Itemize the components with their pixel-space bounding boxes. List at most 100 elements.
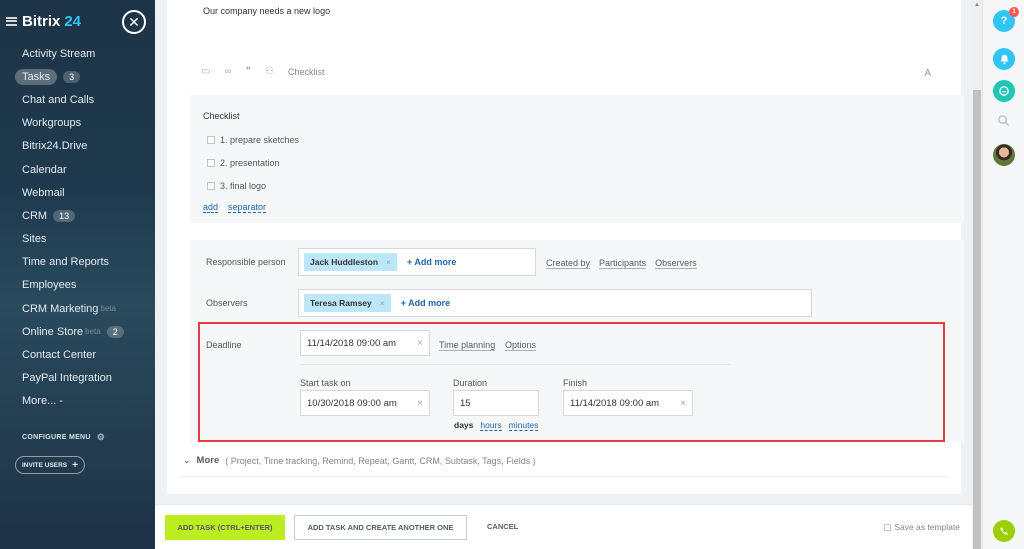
left-sidebar: Bitrix 24 ✕ Activity Stream Tasks 3 Chat … [0, 0, 155, 549]
phone-icon [999, 526, 1008, 535]
close-slider-icon[interactable]: ✕ [122, 10, 146, 34]
responsible-add-more-link[interactable]: + Add more [407, 257, 456, 267]
observers-link[interactable]: Observers [655, 258, 697, 269]
sidebar-item-time-and-reports[interactable]: Time and Reports [0, 251, 155, 274]
sidebar-item-activity-stream[interactable]: Activity Stream [0, 42, 155, 65]
add-and-create-another-button[interactable]: ADD TASK AND CREATE ANOTHER ONE [294, 515, 467, 540]
clear-icon[interactable]: × [417, 338, 423, 349]
sidebar-item-online-store[interactable]: Online Store beta 2 [0, 320, 155, 343]
text-format-toggle[interactable]: A [924, 68, 931, 79]
duration-input[interactable]: 15 [453, 390, 539, 416]
sidebar-item-label: Workgroups [22, 117, 82, 130]
start-date-input[interactable]: 10/30/2018 09:00 am × [300, 390, 430, 416]
finish-date-input[interactable]: 11/14/2018 09:00 am × [563, 390, 693, 416]
sidebar-item-workgroups[interactable]: Workgroups [0, 112, 155, 135]
mention-icon[interactable]: ⚇ [265, 66, 274, 77]
checklist-item[interactable]: 3. final logo [207, 181, 266, 191]
checklist-separator-link[interactable]: separator [228, 202, 267, 213]
beta-label: beta [85, 327, 101, 337]
checkbox[interactable] [207, 136, 215, 144]
sidebar-item-drive[interactable]: Bitrix24.Drive [0, 135, 155, 158]
help-icon: ? [1000, 15, 1008, 27]
sidebar-item-sites[interactable]: Sites [0, 228, 155, 251]
checkbox[interactable] [884, 523, 892, 531]
responsible-person-chip: Jack Huddleston × [304, 253, 397, 271]
sidebar-item-label: Chat and Calls [22, 93, 95, 106]
sidebar-item-label: Online Store [22, 325, 84, 338]
checklist-item[interactable]: 1. prepare sketches [207, 135, 299, 145]
sidebar-item-more[interactable]: More... - [0, 390, 155, 413]
help-button[interactable]: ? 1 [993, 7, 1019, 32]
sidebar-item-tasks[interactable]: Tasks 3 [0, 65, 155, 88]
deadline-highlight-frame: Deadline 11/14/2018 09:00 am × Time plan… [198, 322, 945, 442]
avatar[interactable] [993, 144, 1015, 166]
video-icon[interactable]: ▭ [201, 66, 210, 77]
clear-icon[interactable]: × [680, 398, 686, 409]
plus-icon: + [72, 459, 78, 471]
remove-chip-icon[interactable]: × [386, 257, 391, 267]
configure-menu-button[interactable]: CONFIGURE MENU ⚙ [22, 432, 105, 443]
checkbox[interactable] [207, 159, 215, 167]
checklist-section: Checklist 1. prepare sketches 2. present… [190, 95, 964, 223]
observers-input[interactable]: Teresa Ramsey × + Add more [298, 289, 812, 317]
cancel-button[interactable]: CANCEL [487, 522, 518, 531]
quote-icon[interactable]: ❞ [246, 66, 251, 77]
time-planning-link[interactable]: Time planning [439, 340, 496, 351]
phone-button[interactable] [993, 520, 1015, 542]
sidebar-item-label: Activity Stream [22, 47, 96, 60]
unit-hours[interactable]: hours [480, 420, 502, 431]
save-as-template-checkbox[interactable]: Save as template [884, 522, 960, 532]
participants-link[interactable]: Participants [599, 258, 647, 269]
clear-icon[interactable]: × [417, 398, 423, 409]
sidebar-item-crm-marketing[interactable]: CRM Marketing beta [0, 297, 155, 320]
checkbox[interactable] [207, 182, 215, 190]
toolbar-checklist-button[interactable]: Checklist [288, 67, 325, 77]
add-task-button[interactable]: ADD TASK (CTRL+ENTER) [165, 515, 285, 540]
sidebar-item-calendar[interactable]: Calendar [0, 158, 155, 181]
search-icon[interactable] [997, 114, 1010, 127]
options-link[interactable]: Options [505, 340, 537, 351]
beta-label: beta [100, 304, 116, 314]
observers-label: Observers [206, 298, 248, 308]
sidebar-item-employees[interactable]: Employees [0, 274, 155, 297]
sidebar-item-label: Sites [22, 233, 47, 246]
remove-chip-icon[interactable]: × [380, 298, 385, 308]
chip-name: Teresa Ramsey [310, 298, 372, 308]
chevron-down-icon: ⌄ [183, 455, 191, 465]
scrollbar-thumb[interactable] [973, 90, 981, 549]
sidebar-item-chat-and-calls[interactable]: Chat and Calls [0, 88, 155, 111]
notifications-button[interactable] [993, 48, 1015, 70]
observers-add-more-link[interactable]: + Add more [401, 298, 450, 308]
unit-minutes[interactable]: minutes [508, 420, 539, 431]
sidebar-item-label: Tasks [15, 68, 58, 85]
link-icon[interactable]: ∞ [224, 66, 231, 77]
divider [179, 476, 949, 477]
task-fields-section: Responsible person Jack Huddleston × + Ad… [190, 240, 964, 442]
task-edit-panel: Our company needs a new logo ▭ ∞ ❞ ⚇ Che… [155, 0, 972, 549]
checklist-item-label: 3. final logo [220, 181, 267, 191]
scroll-up-icon[interactable]: ▲ [974, 2, 980, 8]
checklist-add-link[interactable]: add [203, 202, 219, 213]
configure-menu-label: CONFIGURE MENU [22, 434, 91, 441]
observer-chip: Teresa Ramsey × [304, 294, 391, 312]
unit-days[interactable]: days [454, 420, 473, 431]
sidebar-item-webmail[interactable]: Webmail [0, 181, 155, 204]
duration-label: Duration [453, 378, 488, 388]
finish-date-value: 11/14/2018 09:00 am [570, 397, 660, 409]
checklist-item[interactable]: 2. presentation [207, 158, 280, 168]
invite-users-button[interactable]: INVITE USERS + [15, 456, 85, 474]
more-options-row[interactable]: ⌄ More ( Project, Time tracking, Remind,… [183, 455, 536, 466]
created-by-link[interactable]: Created by [546, 258, 591, 269]
sidebar-item-crm[interactable]: CRM 13 [0, 204, 155, 227]
save-as-template-label: Save as template [894, 522, 960, 532]
sidebar-item-contact-center[interactable]: Contact Center [0, 343, 155, 366]
vertical-scrollbar[interactable]: ▲ [972, 0, 982, 549]
chat-button[interactable] [993, 80, 1015, 102]
deadline-input[interactable]: 11/14/2018 09:00 am × [300, 330, 430, 356]
deadline-label: Deadline [206, 340, 242, 350]
responsible-person-input[interactable]: Jack Huddleston × + Add more [298, 248, 536, 276]
task-description[interactable]: Our company needs a new logo [203, 6, 330, 16]
menu-icon[interactable] [6, 16, 17, 26]
sidebar-item-paypal-integration[interactable]: PayPal Integration [0, 367, 155, 390]
duration-units: days hours minutes [454, 420, 539, 431]
